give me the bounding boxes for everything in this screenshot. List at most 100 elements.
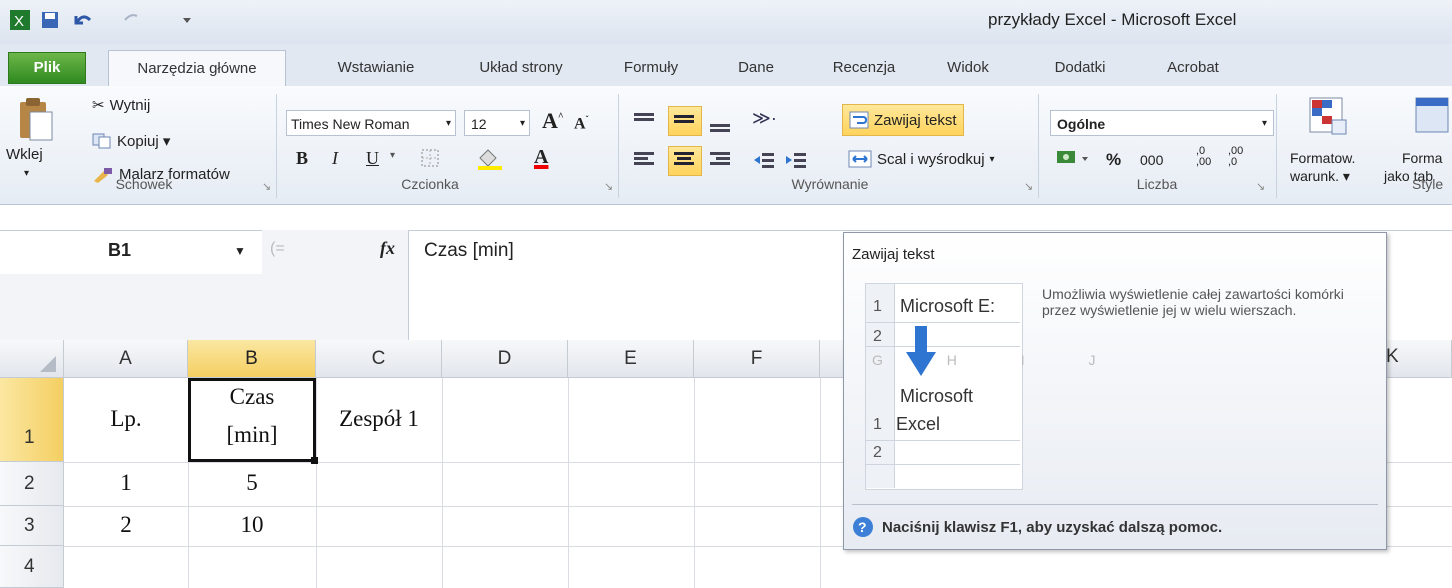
bold-button[interactable]: B	[296, 148, 308, 169]
name-box-chevron-down-icon[interactable]: ▼	[234, 244, 246, 258]
increase-decimal-button[interactable]: ,0 ,00	[1196, 146, 1222, 168]
orientation-icon[interactable]: ≫·	[752, 108, 777, 129]
tab-page-layout[interactable]: Układ strony	[458, 50, 584, 86]
cell-a2[interactable]: 1	[64, 470, 188, 496]
fill-color-button[interactable]	[476, 146, 506, 175]
row-header-2[interactable]: 2	[0, 462, 64, 506]
column-header-b[interactable]: B	[188, 340, 316, 378]
number-format-value: Ogólne	[1057, 116, 1106, 132]
align-left-button[interactable]	[632, 150, 656, 175]
format-as-table-label[interactable]: Forma	[1402, 150, 1442, 166]
font-launcher-icon[interactable]: ↘	[604, 180, 613, 193]
conditional-formatting-button[interactable]	[1306, 94, 1348, 145]
currency-icon	[1057, 151, 1088, 163]
alignment-launcher-icon[interactable]: ↘	[1024, 180, 1033, 193]
number-launcher-icon[interactable]: ↘	[1256, 180, 1265, 193]
tab-insert[interactable]: Wstawianie	[316, 50, 436, 86]
column-header-e[interactable]: E	[568, 340, 694, 378]
cell-c1[interactable]: Zespół 1	[316, 406, 442, 432]
row-header-3[interactable]: 3	[0, 506, 64, 546]
decrease-decimal-button[interactable]: ,00 ,0	[1228, 146, 1254, 168]
undo-icon[interactable]	[70, 8, 94, 32]
conditional-formatting-label-2[interactable]: warunk. ▾	[1290, 168, 1350, 185]
tab-view[interactable]: Widok	[928, 50, 1008, 86]
illustration-line	[866, 346, 1020, 347]
row-header-4[interactable]: 4	[0, 546, 64, 588]
underline-chevron-down-icon[interactable]: ▾	[390, 150, 395, 161]
row-header-1[interactable]: 1	[0, 378, 64, 462]
underline-button[interactable]: U	[366, 148, 379, 169]
thousands-separator-button[interactable]: 000	[1140, 152, 1163, 168]
increase-indent-button[interactable]	[784, 150, 808, 175]
shrink-font-icon[interactable]: Aˇ	[574, 114, 589, 133]
align-top-button[interactable]	[632, 110, 656, 135]
currency-button[interactable]	[1056, 148, 1092, 175]
align-bottom-button[interactable]	[708, 114, 732, 139]
grow-font-icon[interactable]: A^	[542, 108, 564, 134]
tab-acrobat[interactable]: Acrobat	[1148, 50, 1238, 86]
column-header-f[interactable]: F	[694, 340, 820, 378]
font-name-dropdown[interactable]: Times New Roman ▾	[286, 110, 456, 136]
cut-button[interactable]: ✂ Wytnij	[92, 96, 150, 115]
column-header-d[interactable]: D	[442, 340, 568, 378]
chevron-down-icon: ▾	[989, 153, 995, 165]
column-header-a[interactable]: A	[64, 340, 188, 378]
column-header-c[interactable]: C	[316, 340, 442, 378]
grid-line	[820, 378, 821, 588]
align-middle-button[interactable]	[668, 106, 702, 136]
align-middle-icon	[674, 115, 694, 123]
tab-home[interactable]: Narzędzia główne	[108, 50, 286, 87]
increase-indent-icon	[786, 153, 806, 168]
italic-button[interactable]: I	[332, 148, 338, 169]
tab-review[interactable]: Recenzja	[816, 50, 912, 86]
tooltip-divider	[852, 504, 1378, 505]
format-as-table-icon	[1415, 97, 1449, 133]
align-top-icon	[634, 113, 654, 121]
group-label-clipboard: Schowek	[115, 176, 173, 192]
fill-handle[interactable]	[311, 457, 318, 464]
expand-icon[interactable]: (=	[270, 240, 285, 258]
borders-button[interactable]	[420, 148, 442, 173]
tab-addins[interactable]: Dodatki	[1032, 50, 1128, 86]
font-size-dropdown[interactable]: 12 ▾	[464, 110, 530, 136]
cell-a1[interactable]: Lp.	[64, 406, 188, 432]
paste-button[interactable]	[14, 96, 56, 151]
cell-b3[interactable]: 10	[188, 512, 316, 538]
percent-button[interactable]: %	[1106, 150, 1121, 170]
merge-center-label: Scal i wyśrodkuj	[877, 150, 985, 168]
clipboard-launcher-icon[interactable]: ↘	[262, 180, 271, 193]
grid-line	[442, 378, 443, 588]
save-icon[interactable]	[38, 8, 62, 32]
font-color-button[interactable]: A	[534, 146, 548, 169]
insert-function-button[interactable]: fx	[380, 238, 395, 259]
paste-chevron-down-icon[interactable]: ▾	[24, 168, 29, 179]
align-left-icon	[634, 152, 654, 165]
number-format-dropdown[interactable]: Ogólne ▾	[1050, 110, 1274, 136]
cell-b1-line2: [min]	[226, 422, 278, 447]
column-header-k[interactable]: K	[1386, 346, 1399, 368]
illustration-line	[866, 440, 1020, 441]
illustration-before-text: Microsoft E:	[900, 296, 996, 316]
tab-file[interactable]: Plik	[8, 52, 86, 84]
redo-icon[interactable]	[120, 8, 144, 32]
cell-a3[interactable]: 2	[64, 512, 188, 538]
tab-formulas[interactable]: Formuły	[606, 50, 696, 86]
align-right-button[interactable]	[708, 150, 732, 175]
tab-data[interactable]: Dane	[718, 50, 794, 86]
customize-qat-icon[interactable]	[175, 8, 199, 32]
merge-center-button[interactable]: Scal i wyśrodkuj ▾	[848, 150, 995, 168]
wrap-text-button[interactable]: Zawijaj tekst	[842, 104, 964, 136]
conditional-formatting-label[interactable]: Formatow.	[1290, 150, 1355, 166]
paste-icon	[20, 98, 53, 141]
copy-button[interactable]: Kopiuj ▾	[92, 132, 170, 150]
illustration-row-1: 1	[873, 298, 882, 315]
align-center-icon	[674, 152, 694, 165]
wrap-text-icon	[849, 111, 869, 129]
cell-b2[interactable]: 5	[188, 470, 316, 496]
formula-input[interactable]: Czas [min]	[424, 240, 514, 262]
decrease-indent-button[interactable]	[752, 150, 776, 175]
format-as-table-button[interactable]	[1412, 94, 1452, 145]
paste-label[interactable]: Wklej	[6, 146, 43, 163]
align-center-button[interactable]	[668, 146, 702, 176]
select-all-corner[interactable]	[0, 340, 64, 378]
